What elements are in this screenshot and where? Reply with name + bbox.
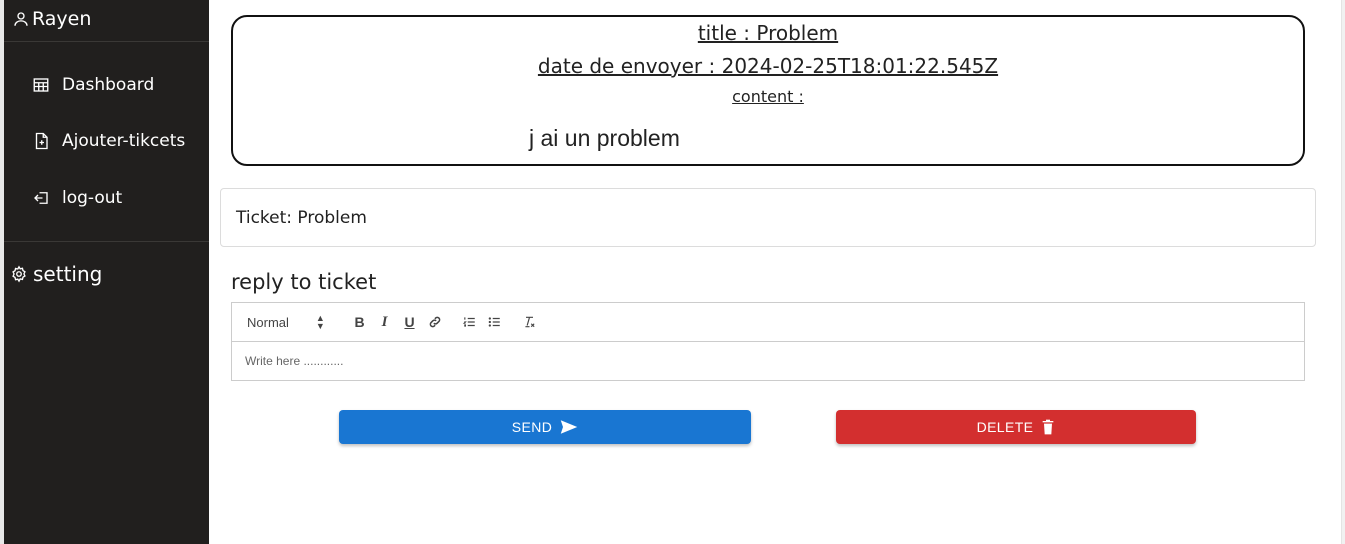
editor-toolbar: Normal ▲ ▼ B I U xyxy=(232,303,1304,342)
ticket-date: date de envoyer : 2024-02-25T18:01:22.54… xyxy=(537,54,999,78)
trash-icon xyxy=(1043,419,1054,435)
table-icon xyxy=(33,78,49,92)
delete-button-label: DELETE xyxy=(976,419,1034,435)
bullet-list-button[interactable] xyxy=(482,310,507,334)
bullet-list-icon xyxy=(488,317,500,327)
sidebar-item-ajouter-tikcets[interactable]: Ajouter-tikcets xyxy=(32,128,185,154)
sidebar-divider xyxy=(4,41,209,42)
ticket-summary-text: Ticket: Problem xyxy=(236,207,367,228)
ordered-list-button[interactable] xyxy=(457,310,482,334)
send-icon xyxy=(561,420,578,434)
link-icon xyxy=(429,316,440,328)
reply-editor-input[interactable]: Write here ............ xyxy=(232,342,1304,380)
send-button-label: SEND xyxy=(511,419,553,435)
sidebar-item-log-out[interactable]: log-out xyxy=(32,185,122,211)
window-right-edge xyxy=(1341,0,1345,544)
editor-placeholder: Write here ............ xyxy=(245,354,344,368)
file-plus-icon xyxy=(35,132,48,150)
italic-button[interactable]: I xyxy=(372,310,397,334)
logout-icon xyxy=(34,192,48,204)
gear-icon xyxy=(12,265,26,283)
sidebar-item-label: log-out xyxy=(62,188,123,208)
underline-button[interactable]: U xyxy=(397,310,422,334)
bold-button[interactable]: B xyxy=(347,310,372,334)
ticket-content: j ai un problem xyxy=(529,125,680,151)
clear-format-button[interactable] xyxy=(517,310,542,334)
sidebar-item-setting[interactable]: setting xyxy=(10,260,102,288)
ticket-detail-card: title : Problem date de envoyer : 2024-0… xyxy=(231,15,1305,166)
sidebar-item-label: Ajouter-tikcets xyxy=(62,131,186,151)
rich-text-editor: Normal ▲ ▼ B I U Write here ............ xyxy=(231,302,1305,381)
send-button[interactable]: SEND xyxy=(339,410,751,444)
ticket-title: title : Problem xyxy=(697,21,839,45)
select-arrows-icon: ▲ ▼ xyxy=(315,313,325,331)
sidebar-divider xyxy=(4,241,209,242)
sidebar: Rayen Dashboard Ajouter-tikcets log-out … xyxy=(4,0,209,544)
user-profile[interactable]: Rayen xyxy=(12,6,91,32)
sidebar-item-dashboard[interactable]: Dashboard xyxy=(32,72,154,98)
setting-label: setting xyxy=(33,262,103,286)
user-name: Rayen xyxy=(32,8,92,30)
reply-heading: reply to ticket xyxy=(231,270,377,294)
sidebar-item-label: Dashboard xyxy=(62,75,155,95)
format-select-value: Normal xyxy=(247,314,289,330)
format-select[interactable]: Normal ▲ ▼ xyxy=(247,313,347,331)
user-icon xyxy=(14,12,28,26)
delete-button[interactable]: DELETE xyxy=(836,410,1196,444)
link-button[interactable] xyxy=(422,310,447,334)
ordered-list-icon xyxy=(462,317,475,327)
ticket-content-label: content : xyxy=(732,87,804,106)
ticket-summary: Ticket: Problem xyxy=(220,188,1316,247)
clear-format-icon xyxy=(525,316,535,328)
